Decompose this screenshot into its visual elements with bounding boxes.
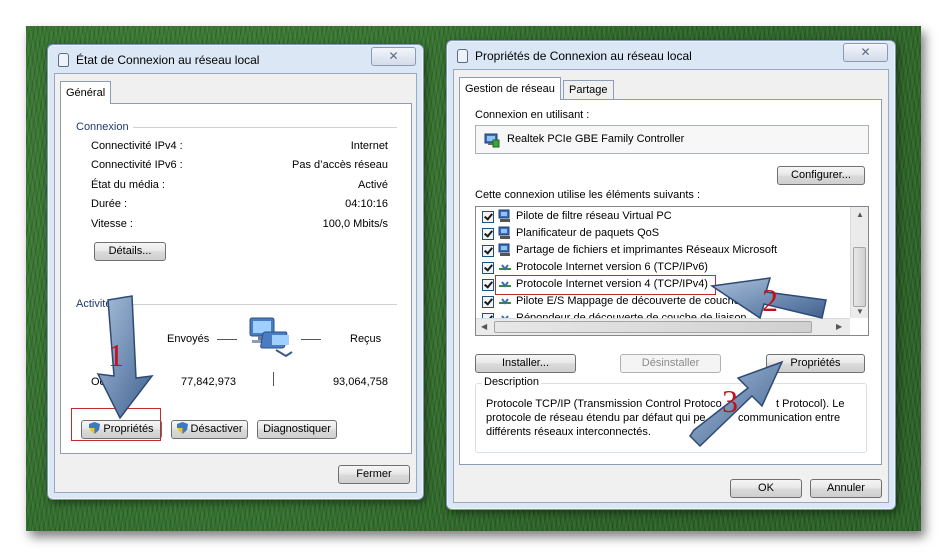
step-2-label: 2 xyxy=(762,282,778,318)
step-1-label: 1 xyxy=(108,337,124,373)
tab-network-label: Gestion de réseau xyxy=(465,83,555,95)
tab-network[interactable]: Gestion de réseau xyxy=(459,77,561,100)
tab-general-label: Général xyxy=(66,87,106,99)
arrow-down-icon xyxy=(96,295,154,420)
step-3-label: 3 xyxy=(722,383,738,419)
tab-general[interactable]: Général xyxy=(60,81,112,104)
